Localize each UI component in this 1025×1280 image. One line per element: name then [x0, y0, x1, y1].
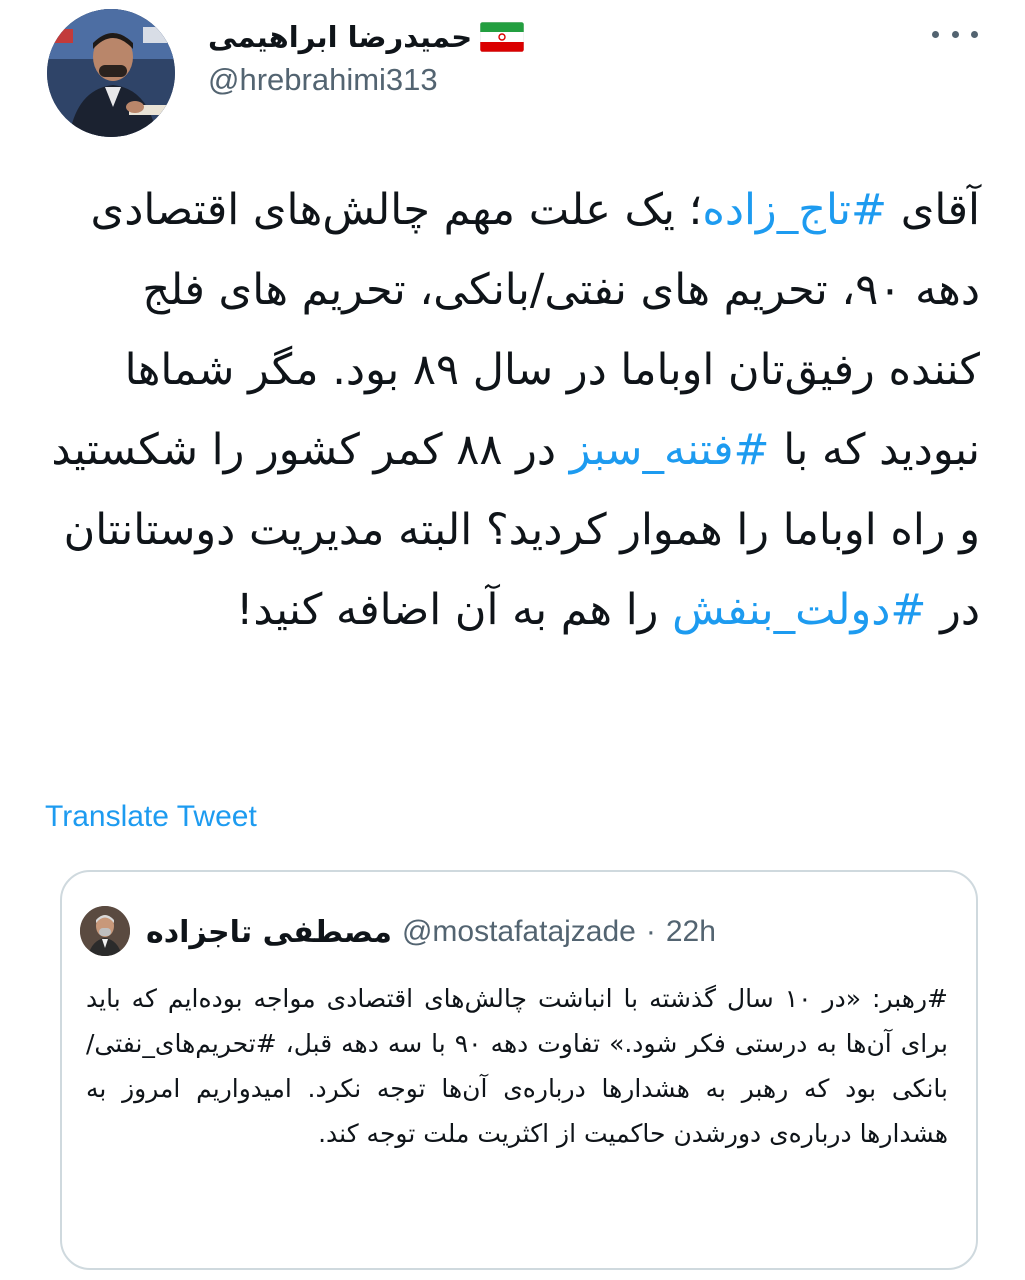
tweet-page: حمیدرضا ابراهیمی @hrebrahimi313 آقای #تا… — [0, 0, 1025, 1280]
quoted-timestamp[interactable]: 22h — [666, 915, 716, 949]
tweet-text-part: را هم به آن اضافه کنید! — [236, 585, 673, 635]
author-avatar[interactable] — [47, 9, 175, 137]
author-handle[interactable]: @hrebrahimi313 — [208, 62, 438, 98]
author-display-name[interactable]: حمیدرضا ابراهیمی — [208, 20, 472, 54]
author-name-row: حمیدرضا ابراهیمی — [208, 14, 525, 60]
author-avatar-image — [47, 9, 175, 137]
tweet-text-prefix: آقای — [887, 185, 980, 235]
translate-tweet-link[interactable]: Translate Tweet — [45, 800, 257, 834]
tweet-body: آقای #تاج_زاده؛ یک علت مهم چالش‌های اقتص… — [40, 170, 980, 650]
tweet-header: حمیدرضا ابراهیمی @hrebrahimi313 — [0, 0, 1025, 140]
quoted-author-handle[interactable]: @mostafatajzade — [402, 915, 636, 949]
more-dot — [951, 30, 959, 38]
quoted-tweet-card[interactable]: مصطفی تاجزاده @mostafatajzade · 22h #رهب… — [60, 870, 978, 1270]
more-dot — [932, 30, 939, 38]
hashtag-link-green-sedition[interactable]: #فتنه_سبز — [570, 425, 770, 475]
quoted-tweet-text: #رهبر: «در ۱۰ سال گذشته با انباشت چالش‌ه… — [86, 984, 948, 1148]
quoted-author-avatar[interactable] — [80, 906, 130, 956]
quoted-author-display-name[interactable]: مصطفی تاجزاده — [146, 915, 392, 950]
more-dot — [971, 30, 978, 38]
quoted-tweet-header: مصطفی تاجزاده @mostafatajzade · 22h — [146, 910, 716, 954]
quoted-author-avatar-image — [80, 906, 130, 956]
iran-flag-icon — [480, 22, 525, 52]
hashtag-link-tajzadeh[interactable]: #تاج_زاده — [702, 185, 887, 235]
more-options-icon[interactable] — [932, 26, 978, 42]
quoted-separator: · — [645, 915, 656, 948]
hashtag-link-purple-government[interactable]: #دولت_بنفش — [672, 585, 926, 635]
